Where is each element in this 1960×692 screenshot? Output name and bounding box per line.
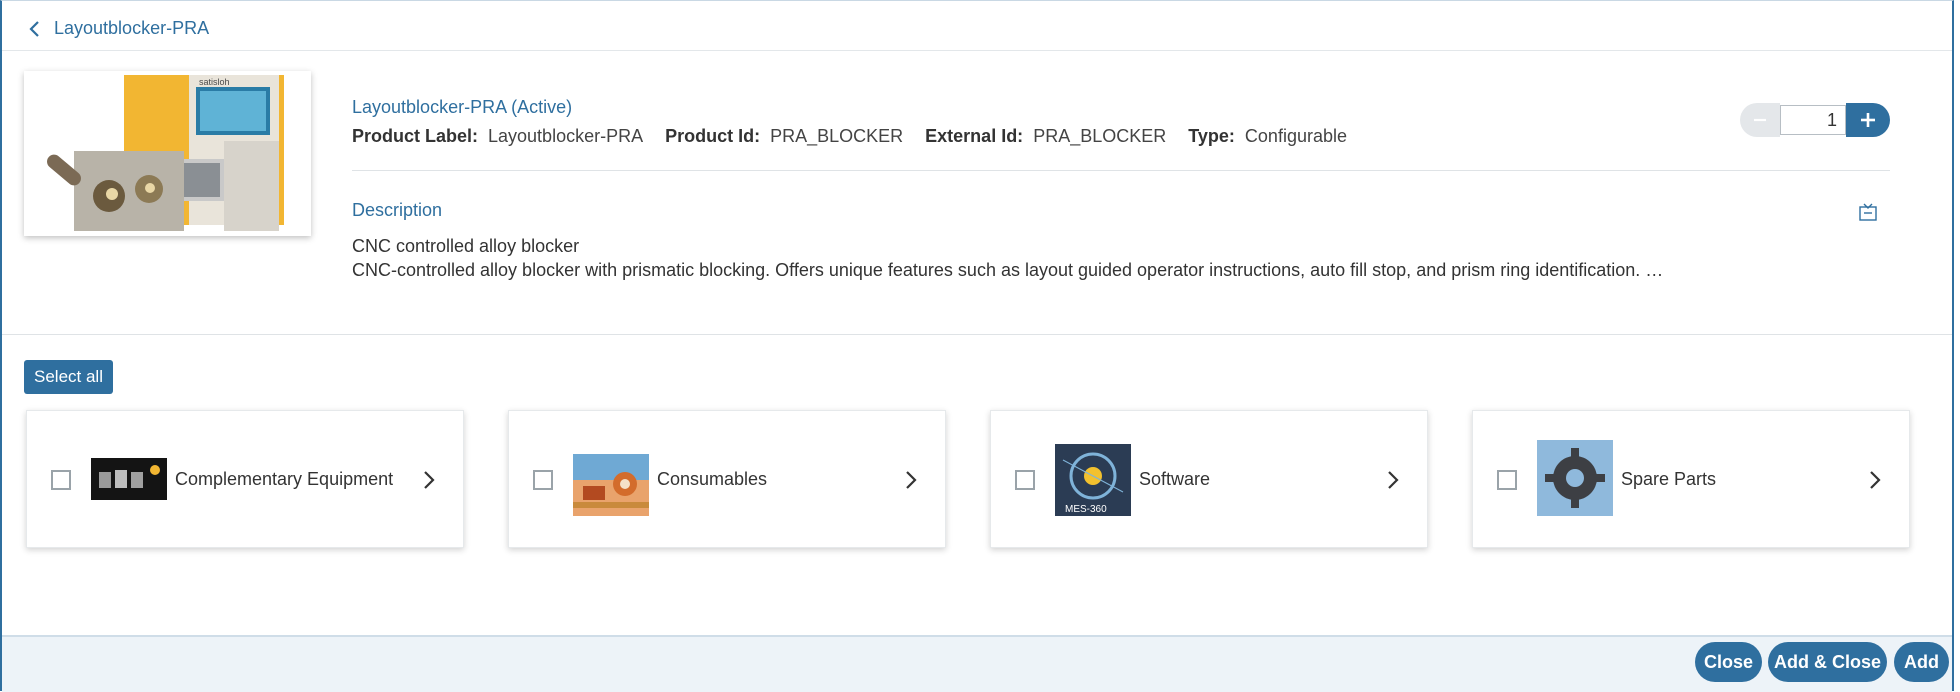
category-checkbox[interactable] <box>51 470 71 490</box>
category-label: Spare Parts <box>1621 469 1717 489</box>
category-label: Software <box>1139 469 1211 489</box>
product-meta: Product Label: Layoutblocker-PRA Product… <box>352 126 1892 147</box>
chevron-right-icon <box>906 471 917 489</box>
chevron-right-icon <box>1870 471 1881 489</box>
category-card-software[interactable]: MES-360 Software <box>990 410 1428 548</box>
image-brand-text: satisloh <box>199 77 230 87</box>
field-value-external-id: PRA_BLOCKER <box>1033 126 1167 146</box>
chevron-right-icon <box>1388 471 1399 489</box>
equipment-thumbnail <box>91 440 167 516</box>
field-value-type: Configurable <box>1244 126 1347 146</box>
category-checkbox[interactable] <box>1497 470 1517 490</box>
info-divider <box>352 170 1890 171</box>
field-label-external-id: External Id: <box>925 126 1024 146</box>
category-checkbox[interactable] <box>1015 470 1035 490</box>
page-title: Layoutblocker-PRA <box>54 18 210 38</box>
description-short: CNC controlled alloy blocker <box>352 236 580 256</box>
category-card-complementary-equipment[interactable]: Complementary Equipment <box>26 410 464 548</box>
increment-button[interactable] <box>1846 103 1890 137</box>
chevron-left-icon <box>29 20 39 37</box>
decrement-button[interactable] <box>1740 103 1780 137</box>
field-value-product-label: Layoutblocker-PRA <box>488 126 644 146</box>
add-button[interactable]: Add <box>1894 642 1949 682</box>
product-name-status: Layoutblocker-PRA (Active) <box>352 97 573 117</box>
back-link[interactable]: Layoutblocker-PRA <box>26 18 209 39</box>
close-button[interactable]: Close <box>1695 642 1762 682</box>
consumables-thumbnail <box>573 440 649 516</box>
description-long: CNC-controlled alloy blocker with prisma… <box>352 260 1664 280</box>
category-label: Complementary Equipment <box>175 469 394 489</box>
software-thumbnail: MES-360 <box>1055 440 1131 516</box>
field-label-product-id: Product Id: <box>665 126 761 146</box>
category-card-spare-parts[interactable]: Spare Parts <box>1472 410 1910 548</box>
category-label: Consumables <box>657 469 768 489</box>
software-thumb-text: MES-360 <box>1065 504 1107 515</box>
spare-parts-thumbnail <box>1537 440 1613 516</box>
plus-icon <box>1861 113 1875 127</box>
collapse-icon[interactable] <box>1858 202 1878 222</box>
add-and-close-button[interactable]: Add & Close <box>1768 642 1887 682</box>
field-label-product-label: Product Label: <box>352 126 479 146</box>
dialog-header: Layoutblocker-PRA <box>2 7 1952 51</box>
section-divider <box>2 334 1952 335</box>
chevron-right-icon <box>424 471 435 489</box>
minus-icon <box>1754 118 1766 122</box>
category-checkbox[interactable] <box>533 470 553 490</box>
quantity-stepper: 1 <box>1740 103 1890 137</box>
quantity-input[interactable]: 1 <box>1780 105 1846 135</box>
field-value-product-id: PRA_BLOCKER <box>770 126 904 146</box>
product-image: satisloh <box>24 71 311 236</box>
product-info: Layoutblocker-PRA (Active) Product Label… <box>352 97 1892 147</box>
category-card-consumables[interactable]: Consumables <box>508 410 946 548</box>
description-heading: Description <box>352 200 443 220</box>
field-label-type: Type: <box>1188 126 1235 146</box>
product-dialog: Layoutblocker-PRA satisloh Layoutblocker… <box>0 0 1954 692</box>
select-all-button[interactable]: Select all <box>24 360 113 394</box>
dialog-footer <box>2 635 1952 692</box>
